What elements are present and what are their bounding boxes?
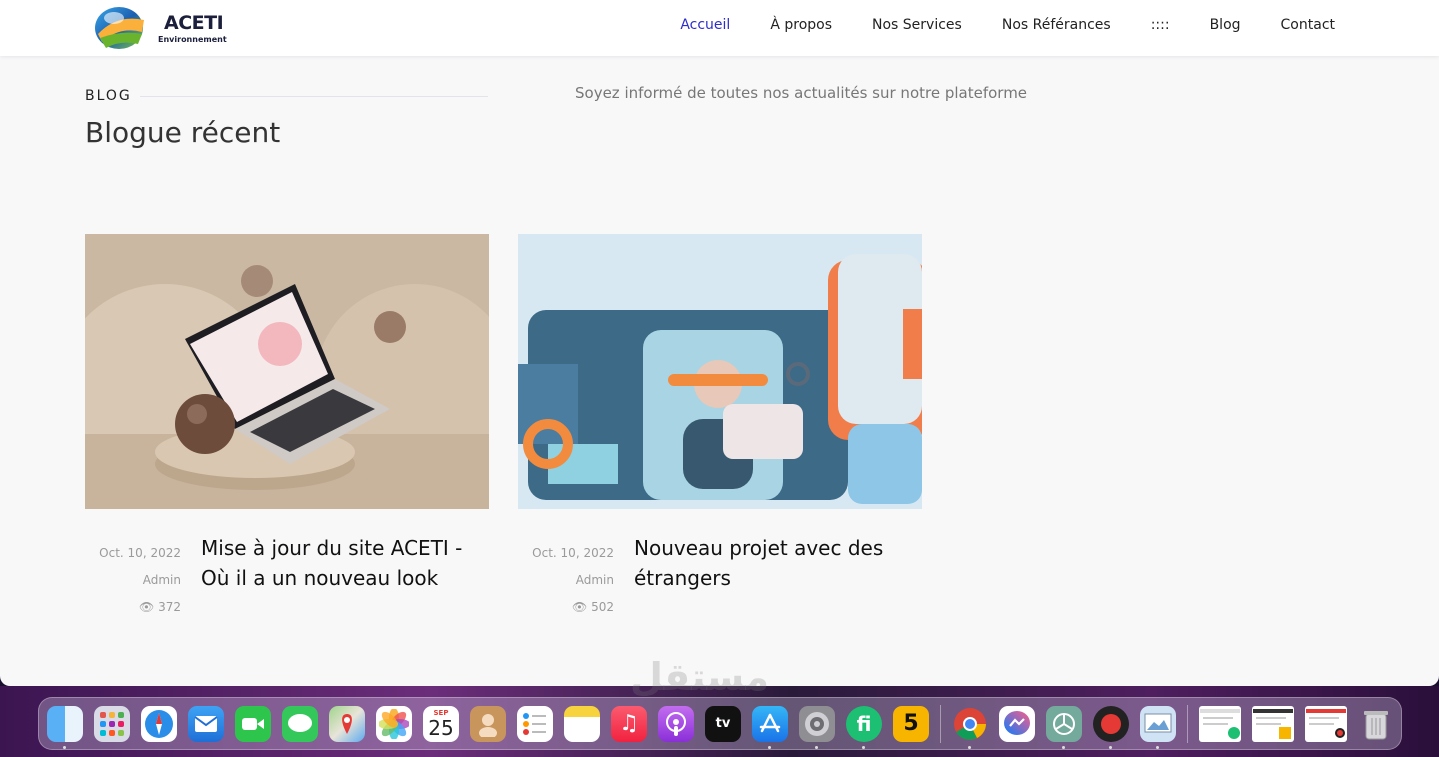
- logo-subtitle: Environnement: [158, 35, 227, 44]
- contacts-icon[interactable]: [470, 705, 506, 742]
- blog-card[interactable]: Oct. 10, 2022 Admin 👁 372 Mise à jour du…: [85, 234, 489, 614]
- preview-icon[interactable]: [1140, 705, 1176, 749]
- divider: [140, 96, 488, 97]
- nav-nos-referances[interactable]: Nos Référances: [1002, 17, 1111, 33]
- logo-globe-icon: [95, 7, 144, 49]
- nav-more[interactable]: ::::: [1151, 17, 1170, 33]
- post-views: 👁 502: [518, 594, 614, 621]
- eye-icon: 👁: [139, 600, 155, 614]
- trash-icon[interactable]: [1358, 706, 1394, 742]
- mail-icon[interactable]: [188, 705, 224, 742]
- nav-contact[interactable]: Contact: [1281, 17, 1335, 33]
- page-title: Blogue récent: [85, 116, 281, 149]
- numbered-app-icon[interactable]: 5: [893, 705, 929, 742]
- messages-icon[interactable]: [282, 705, 318, 742]
- window-thumbnail[interactable]: [1305, 705, 1347, 742]
- calendar-icon[interactable]: SEP 25: [423, 705, 459, 742]
- calendar-day: 25: [428, 716, 454, 740]
- window-thumbnail[interactable]: [1199, 705, 1241, 742]
- post-image[interactable]: [518, 234, 922, 509]
- dock-separator: [940, 704, 941, 743]
- nav-accueil[interactable]: Accueil: [680, 17, 730, 33]
- nav-nos-services[interactable]: Nos Services: [872, 17, 962, 33]
- fiverr-label: fi: [856, 711, 872, 736]
- logo[interactable]: ACETI Environnement: [92, 4, 232, 52]
- views-count: 372: [158, 600, 181, 614]
- window-thumbnail[interactable]: [1252, 705, 1294, 742]
- dock-separator: [1187, 704, 1188, 743]
- finder-icon[interactable]: [47, 705, 83, 749]
- facetime-icon[interactable]: [235, 705, 271, 742]
- post-date: Oct. 10, 2022: [532, 546, 614, 560]
- maps-icon[interactable]: [329, 705, 365, 742]
- app-store-icon[interactable]: [752, 705, 788, 749]
- messenger-icon[interactable]: [999, 705, 1035, 742]
- post-author: Admin: [142, 573, 181, 587]
- logo-text: ACETI: [164, 12, 224, 34]
- post-views: 👁 372: [85, 594, 181, 621]
- dock: SEP 25 ♫ tv fi 5: [38, 697, 1402, 750]
- post-author: Admin: [575, 573, 614, 587]
- post-title[interactable]: Nouveau projet avec des étrangers: [634, 533, 914, 593]
- chatgpt-icon[interactable]: [1046, 705, 1082, 749]
- browser-window: ACETI Environnement Accueil À propos Nos…: [0, 0, 1439, 686]
- tv-label: tv: [715, 716, 731, 731]
- watermark-text: مستقل: [630, 655, 769, 699]
- photos-icon[interactable]: [376, 705, 412, 742]
- launchpad-icon[interactable]: [94, 705, 130, 742]
- reminders-icon[interactable]: [517, 705, 553, 742]
- music-icon[interactable]: ♫: [611, 705, 647, 742]
- notes-icon[interactable]: [564, 705, 600, 742]
- app-number: 5: [903, 711, 919, 736]
- chrome-icon[interactable]: [952, 706, 988, 749]
- apple-tv-icon[interactable]: tv: [705, 705, 741, 742]
- section-label: BLOG: [85, 88, 132, 104]
- record-icon[interactable]: [1093, 705, 1129, 749]
- safari-icon[interactable]: [141, 705, 177, 742]
- post-meta: Oct. 10, 2022 Admin 👁 372: [85, 540, 181, 621]
- system-settings-icon[interactable]: [799, 705, 835, 749]
- section-subtitle: Soyez informé de toutes nos actualités s…: [575, 84, 1028, 102]
- main-nav: Accueil À propos Nos Services Nos Référa…: [680, 17, 1335, 33]
- post-image[interactable]: [85, 234, 489, 509]
- post-date: Oct. 10, 2022: [99, 546, 181, 560]
- eye-icon: 👁: [572, 600, 588, 614]
- site-header: ACETI Environnement Accueil À propos Nos…: [0, 0, 1439, 56]
- post-meta: Oct. 10, 2022 Admin 👁 502: [518, 540, 614, 621]
- fiverr-icon[interactable]: fi: [846, 705, 882, 749]
- blog-card[interactable]: Oct. 10, 2022 Admin 👁 502 Nouveau projet…: [518, 234, 922, 614]
- views-count: 502: [591, 600, 614, 614]
- post-title[interactable]: Mise à jour du site ACETI - Où il a un n…: [201, 533, 481, 593]
- nav-a-propos[interactable]: À propos: [770, 17, 832, 33]
- nav-blog[interactable]: Blog: [1210, 17, 1241, 33]
- podcasts-icon[interactable]: [658, 705, 694, 742]
